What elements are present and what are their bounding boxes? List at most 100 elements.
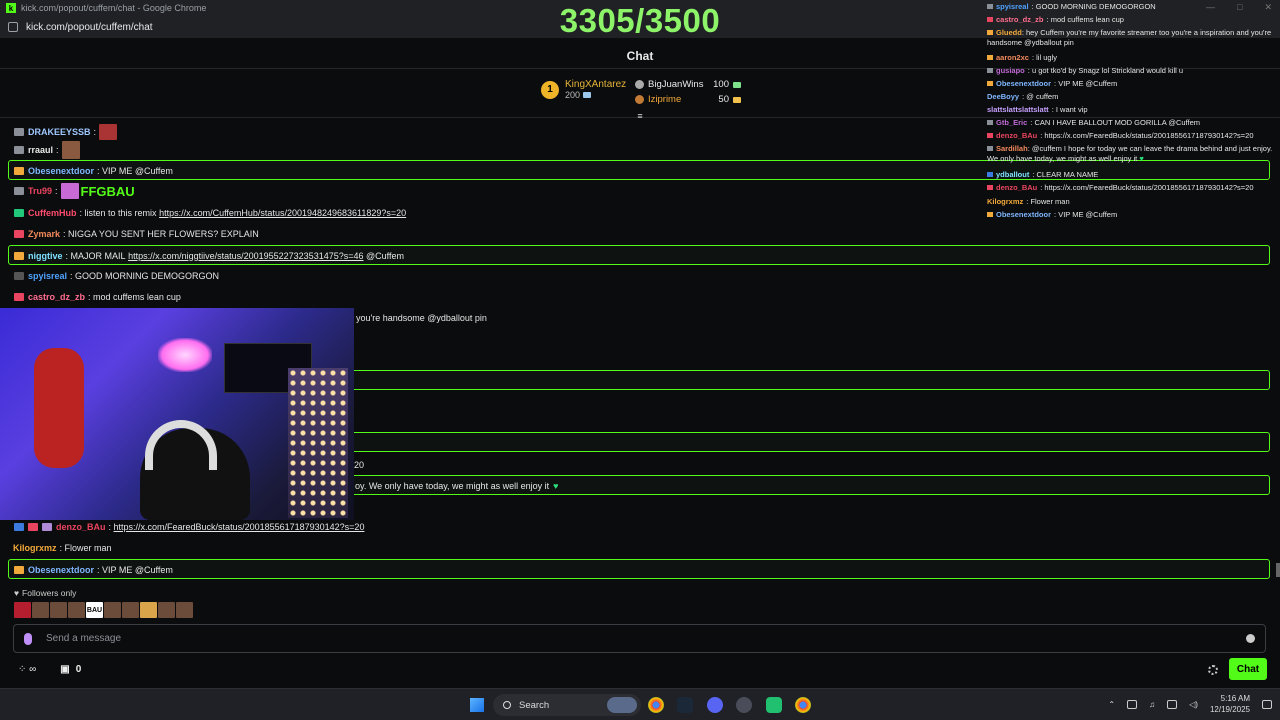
- network-icon[interactable]: [1167, 699, 1178, 709]
- collapse-chevron-icon[interactable]: ≡: [634, 112, 646, 121]
- cloud-icon[interactable]: [1127, 699, 1138, 709]
- overlay-message: gusiapo: u got tko'd by Snagz lol Strick…: [987, 66, 1183, 75]
- emote-icon: [99, 124, 118, 140]
- leaderboard-value: 50: [718, 94, 729, 105]
- emote-icon[interactable]: BAU: [86, 602, 103, 618]
- overlay-message: denzo_BAu: https://x.com/FearedBuck/stat…: [987, 183, 1254, 192]
- badge-icon: [987, 4, 993, 9]
- clock[interactable]: 5:16 AM 12/19/2025: [1210, 693, 1250, 715]
- leaderboard-first-value: 200: [565, 90, 581, 100]
- chevron-up-icon[interactable]: ⌃: [1108, 700, 1115, 709]
- chrome-icon[interactable]: [648, 697, 664, 713]
- username[interactable]: Obesenextdoor: [28, 565, 94, 575]
- overlay-message: denzo_BAu: https://x.com/FearedBuck/stat…: [987, 131, 1254, 140]
- badge-icon: [987, 55, 993, 60]
- emote-icon[interactable]: [104, 602, 121, 618]
- badge-icon: [14, 230, 24, 238]
- gift-icon: [733, 81, 741, 88]
- badge-icon: [987, 68, 993, 73]
- message-text: @cuffem I hope for today we can leave th…: [987, 144, 1273, 163]
- message-text: CAN I HAVE BALLOUT MOD GORILLA @Cuffem: [1034, 118, 1201, 127]
- volume-icon[interactable]: ◁): [1189, 700, 1198, 709]
- badge-icon: [987, 172, 993, 177]
- emote-icon[interactable]: [68, 602, 85, 618]
- leaderboard-list: BigJuanWins 100 Iziprime 50: [635, 77, 741, 107]
- chat-footer: ⁘ ∞ ▣ 0 Chat: [0, 656, 1280, 686]
- overlay-message: slattslattslattslatt: I want vip: [987, 105, 1088, 114]
- chat-message: niggtive: MAJOR MAIL https://x.com/niggt…: [14, 251, 404, 261]
- message-text: https://x.com/FearedBuck/status/20018556…: [1044, 183, 1254, 192]
- emote-icon[interactable]: [32, 602, 49, 618]
- username[interactable]: Zymark: [28, 229, 60, 239]
- mic-tray-icon[interactable]: ♫: [1149, 700, 1155, 709]
- message-link[interactable]: https://x.com/FearedBuck/status/20018556…: [114, 522, 365, 532]
- message-link[interactable]: https://x.com/niggtiive/status/200195522…: [128, 251, 363, 261]
- channel-points-icon[interactable]: ⁘ ∞: [18, 664, 36, 675]
- badge-icon: [14, 187, 24, 195]
- overlay-message: ydballout: CLEAR MA NAME: [987, 170, 1098, 179]
- settings-gear-icon[interactable]: [1208, 665, 1218, 675]
- username[interactable]: DRAKEEYSSB: [28, 127, 91, 137]
- scrollbar[interactable]: [1276, 563, 1280, 577]
- emoji-picker-icon[interactable]: [1246, 634, 1255, 643]
- christmas-tree: [288, 368, 348, 518]
- leaderboard-name: BigJuanWins: [648, 79, 704, 90]
- system-tray: ⌃ ♫ ◁) 5:16 AM 12/19/2025: [1108, 693, 1272, 715]
- message-text: https://x.com/FearedBuck/status/20018556…: [1044, 131, 1254, 140]
- username: denzo_BAu: [996, 131, 1038, 140]
- taskbar-search[interactable]: Search: [493, 694, 641, 716]
- leaderboard-name: Iziprime: [648, 94, 682, 105]
- microphone-icon[interactable]: [24, 632, 32, 645]
- kicks-icon[interactable]: ▣: [60, 664, 69, 675]
- app-icon[interactable]: [736, 697, 752, 713]
- leaderboard-row[interactable]: BigJuanWins 100: [635, 77, 741, 92]
- emote-icon[interactable]: [122, 602, 139, 618]
- windows-taskbar: Search ⌃ ♫ ◁) 5:16 AM 12/19/2025: [0, 688, 1280, 720]
- emote-icon: [60, 183, 79, 199]
- username[interactable]: Kilogrxmz: [13, 543, 57, 553]
- message-text: @ cuffem: [1026, 92, 1059, 101]
- badge-icon: [28, 523, 38, 531]
- discord-icon[interactable]: [707, 697, 723, 713]
- leaderboard-value: 100: [713, 79, 729, 90]
- notification-icon[interactable]: [1262, 699, 1272, 709]
- username[interactable]: denzo_BAu: [56, 522, 106, 532]
- message-input[interactable]: Send a message: [13, 624, 1266, 653]
- message-text: lil ugly: [1036, 53, 1057, 62]
- windows-start-icon[interactable]: [470, 698, 484, 712]
- emote-icon[interactable]: [140, 602, 157, 618]
- leaderboard-row[interactable]: Iziprime 50: [635, 92, 741, 107]
- app-icon[interactable]: [766, 697, 782, 713]
- message-text: listen to this remix: [84, 208, 157, 218]
- username[interactable]: CuffemHub: [28, 208, 77, 218]
- chrome-icon[interactable]: [795, 697, 811, 713]
- username[interactable]: Tru99: [28, 186, 52, 196]
- chat-message: Kilogrxmz: Flower man: [13, 543, 112, 553]
- message-text: MAJOR MAIL: [70, 251, 126, 261]
- username[interactable]: niggtive: [28, 251, 63, 261]
- heart-emoji-icon: ♥: [1139, 154, 1144, 163]
- search-icon: [503, 701, 511, 709]
- overlay-message: DeeBoyy: @ cuffem: [987, 92, 1059, 101]
- message-text: VIP ME @Cuffem: [1058, 210, 1118, 219]
- chat-message-fragment: oy. We only have today, we might as well…: [355, 481, 558, 491]
- message-link[interactable]: https://x.com/CuffemHub/status/200194824…: [159, 208, 406, 218]
- badge-icon: [14, 272, 24, 280]
- username: slattslattslattslatt: [987, 105, 1049, 114]
- emote-icon[interactable]: [14, 602, 31, 618]
- stream-video-overlay[interactable]: [0, 308, 354, 520]
- username[interactable]: rraaul: [28, 145, 53, 155]
- send-chat-button[interactable]: Chat: [1229, 658, 1267, 680]
- emote-icon[interactable]: [158, 602, 175, 618]
- username[interactable]: spyisreal: [28, 271, 67, 281]
- badge-icon: [14, 167, 24, 175]
- message-text: u got tko'd by Snagz lol Strickland woul…: [1031, 66, 1184, 75]
- emote-icon[interactable]: [50, 602, 67, 618]
- username[interactable]: castro_dz_zb: [28, 292, 85, 302]
- emote-icon[interactable]: [176, 602, 193, 618]
- steam-icon[interactable]: [677, 697, 693, 713]
- rank-silver-icon: [635, 80, 644, 89]
- leaderboard-first[interactable]: 1 KingXAntarez 200: [541, 79, 626, 100]
- badge-icon: [14, 128, 24, 136]
- username[interactable]: Obesenextdoor: [28, 166, 94, 176]
